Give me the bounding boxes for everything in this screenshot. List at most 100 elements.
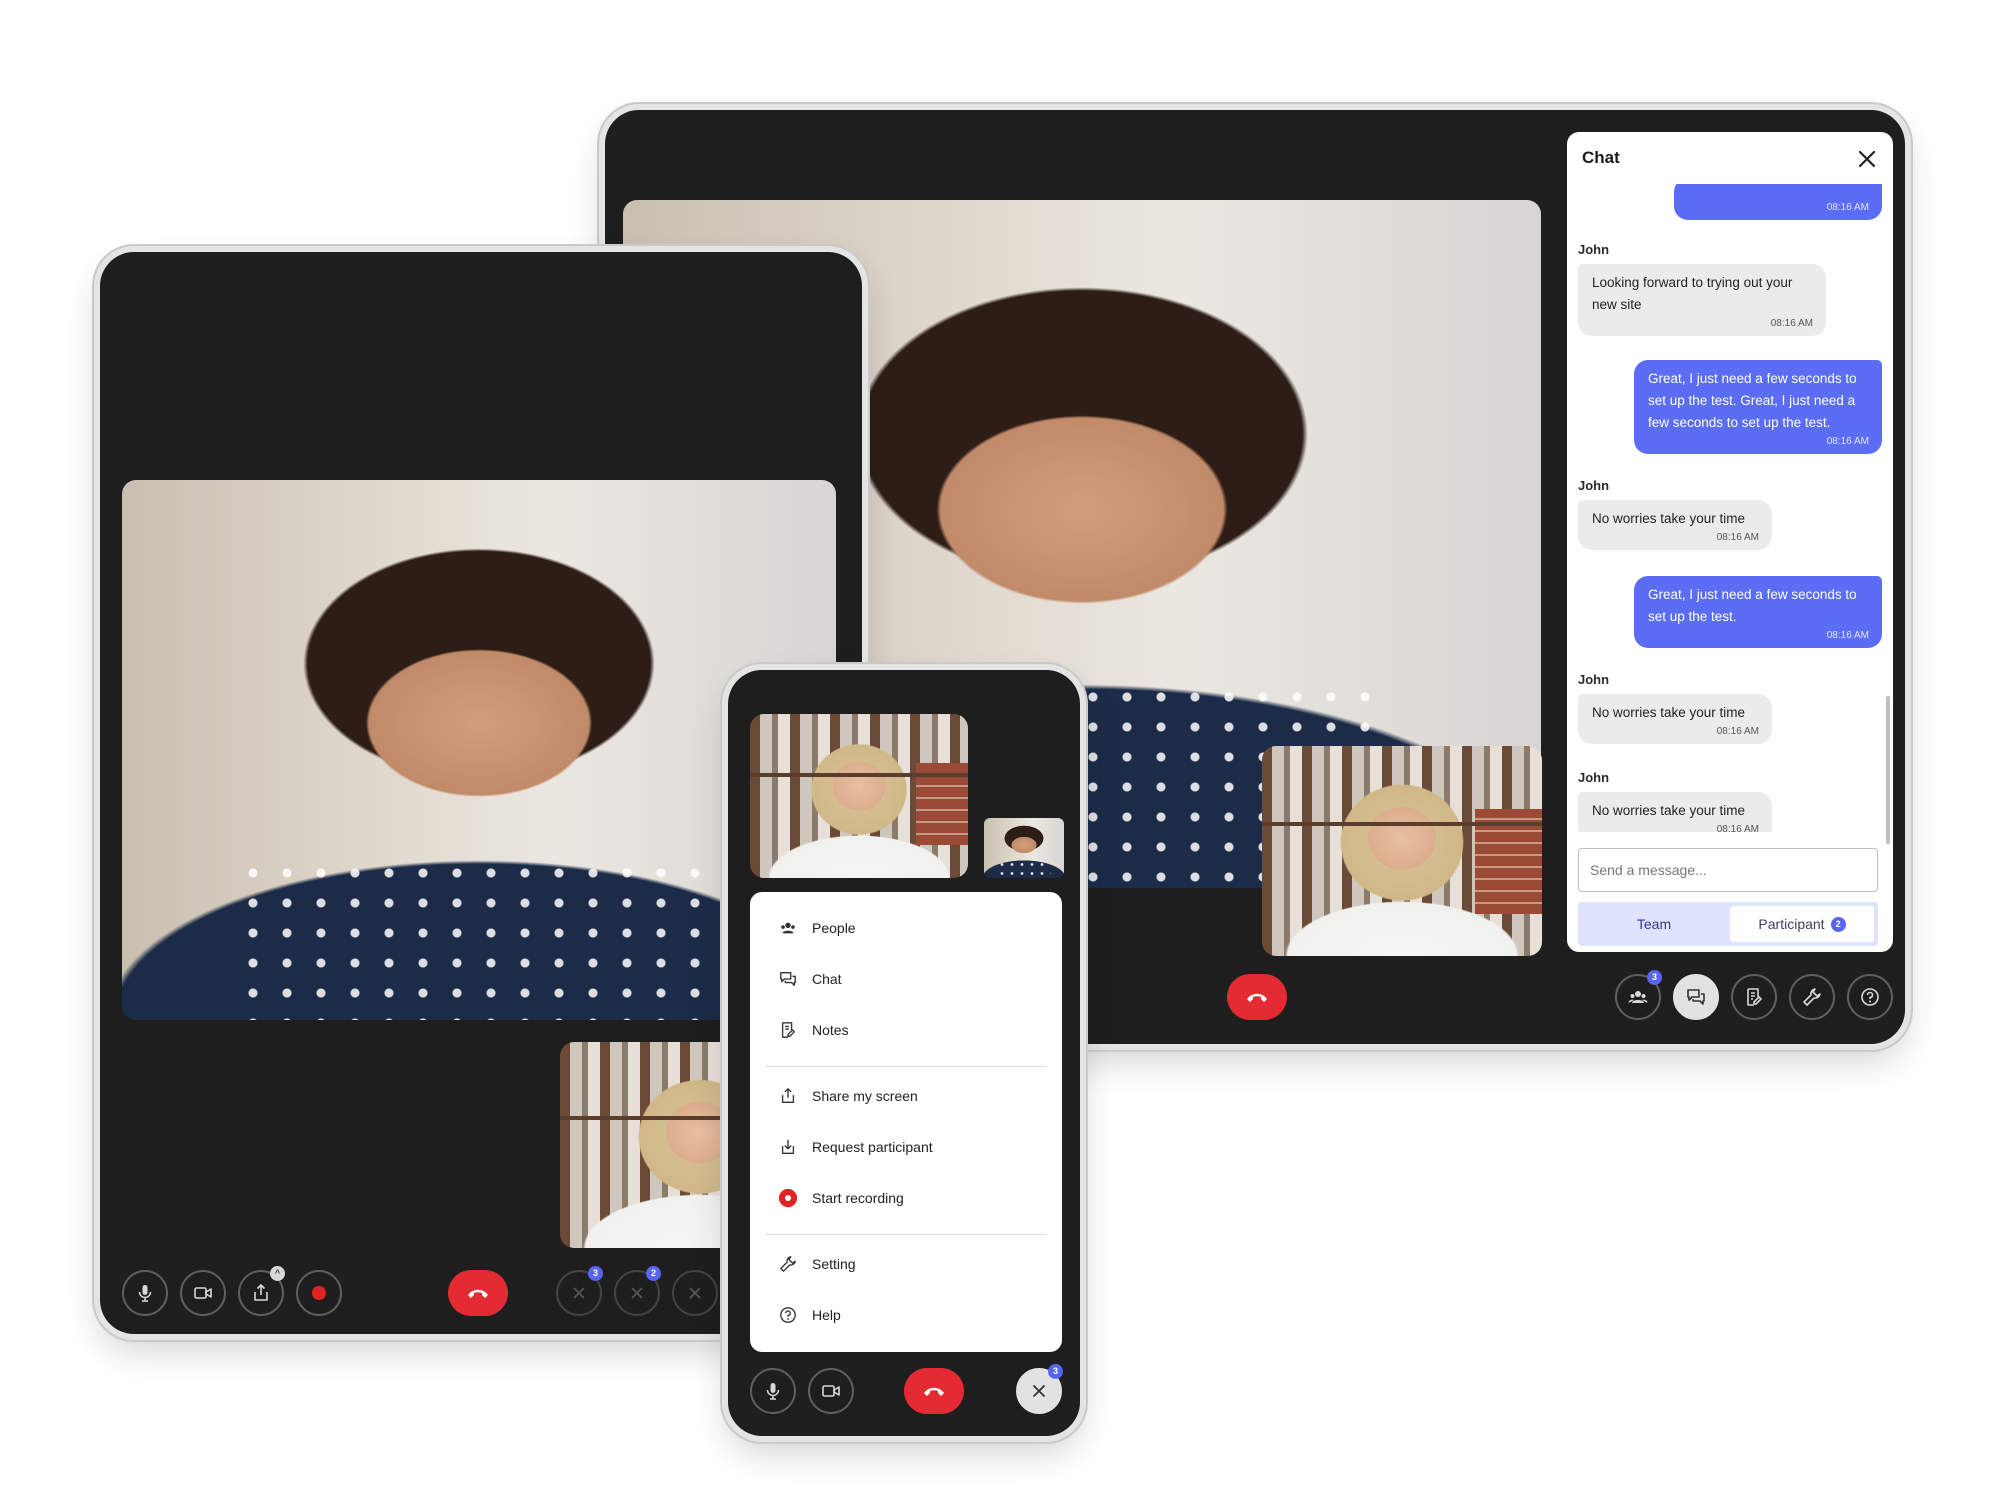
- chat-icon: [1687, 989, 1705, 1005]
- menu-item-label: Help: [812, 1307, 841, 1323]
- team-tab[interactable]: Team: [1582, 906, 1726, 942]
- menu-item-people[interactable]: People: [778, 916, 856, 940]
- chat-button[interactable]: 2: [614, 1266, 661, 1316]
- close-menu-button[interactable]: 3: [1016, 1364, 1063, 1414]
- chat-button[interactable]: [1673, 974, 1719, 1020]
- hang-up-icon: [1247, 993, 1267, 1002]
- wrench-icon: [1803, 988, 1821, 1006]
- microphone-button[interactable]: [750, 1368, 796, 1414]
- close-icon: [689, 1287, 701, 1299]
- people-icon: [1628, 991, 1648, 1003]
- menu-item-label: Setting: [812, 1256, 856, 1272]
- message-time: 08:16 AM: [1716, 726, 1759, 737]
- close-icon[interactable]: [1857, 149, 1877, 169]
- camera-button[interactable]: [808, 1368, 854, 1414]
- chat-count-badge: 2: [646, 1266, 661, 1281]
- menu-item-setting[interactable]: Setting: [778, 1252, 856, 1276]
- share-screen-icon: [781, 1088, 795, 1103]
- menu-item-label: Chat: [812, 971, 842, 987]
- message-sender: John: [1578, 242, 1610, 257]
- help-icon: [780, 1307, 796, 1323]
- chat-title: Chat: [1582, 148, 1620, 167]
- record-icon: [312, 1286, 326, 1300]
- message-list[interactable]: 08:16 AM John Looking forward to trying …: [1567, 184, 1893, 832]
- menu-item-label: People: [812, 920, 856, 936]
- menu-item-start-recording[interactable]: Start recording: [778, 1186, 904, 1210]
- microphone-icon: [766, 1383, 780, 1400]
- request-participant-icon: [781, 1139, 795, 1154]
- microphone-button[interactable]: [122, 1270, 168, 1316]
- message-time: 08:16 AM: [1716, 824, 1759, 832]
- notes-icon: [781, 1022, 795, 1038]
- message-sender: John: [1578, 478, 1610, 493]
- people-icon: [781, 922, 795, 934]
- menu-item-request-participant[interactable]: Request participant: [778, 1135, 933, 1159]
- notes-button[interactable]: [1731, 974, 1777, 1020]
- record-button[interactable]: [296, 1270, 342, 1316]
- menu-divider: [766, 1234, 1046, 1235]
- settings-button[interactable]: [1789, 974, 1835, 1020]
- hang-up-icon: [924, 1387, 944, 1396]
- message-time: 08:16 AM: [1770, 318, 1813, 329]
- chat-scrollbar[interactable]: [1886, 696, 1890, 844]
- notification-badge: 3: [1048, 1364, 1063, 1379]
- menu-item-label: Request participant: [812, 1139, 933, 1155]
- people-count-badge: 3: [1647, 970, 1662, 985]
- main-video-senior: [750, 714, 968, 878]
- end-call-button[interactable]: [1227, 974, 1287, 1020]
- menu-item-share-screen[interactable]: Share my screen: [778, 1084, 918, 1108]
- share-screen-button[interactable]: ^: [238, 1266, 285, 1316]
- menu-divider: [766, 1066, 1046, 1067]
- end-call-button[interactable]: [904, 1368, 964, 1414]
- menu-item-chat[interactable]: Chat: [778, 967, 842, 991]
- record-icon: [779, 1189, 797, 1207]
- hang-up-icon: [468, 1289, 488, 1298]
- message-time: 08:16 AM: [1826, 202, 1869, 213]
- participant-count-badge: 2: [1830, 916, 1846, 932]
- participant-tab[interactable]: Participant 2: [1730, 906, 1874, 942]
- chat-message: Looking forward to trying out your new s…: [1578, 264, 1826, 336]
- share-screen-icon: [254, 1284, 268, 1301]
- menu-item-label: Share my screen: [812, 1088, 918, 1104]
- help-button[interactable]: [1847, 974, 1893, 1020]
- menu-item-label: Start recording: [812, 1190, 904, 1206]
- more-button[interactable]: [672, 1270, 718, 1316]
- message-time: 08:16 AM: [1826, 630, 1869, 641]
- participant-video-senior[interactable]: [1262, 746, 1542, 956]
- chat-message: No worries take your time 08:16 AM: [1578, 694, 1772, 744]
- camera-icon: [822, 1385, 840, 1397]
- message-time: 08:16 AM: [1826, 436, 1869, 447]
- chat-message: Great, I just need a few seconds to set …: [1634, 576, 1882, 648]
- message-sender: John: [1578, 770, 1610, 785]
- camera-icon: [194, 1287, 212, 1299]
- close-icon: [1033, 1385, 1045, 1397]
- message-time: 08:16 AM: [1716, 532, 1759, 543]
- chat-audience-toggle: Team Participant 2: [1578, 902, 1878, 946]
- camera-button[interactable]: [180, 1270, 226, 1316]
- menu-item-help[interactable]: Help: [778, 1303, 841, 1327]
- people-count-badge: 3: [588, 1266, 603, 1281]
- message-sender: John: [1578, 672, 1610, 687]
- mobile-call-window: People Chat Notes Share my screen Reques…: [728, 670, 1080, 1436]
- wrench-icon: [780, 1256, 796, 1272]
- help-icon: [1861, 988, 1879, 1006]
- share-expand-badge: ^: [270, 1266, 285, 1281]
- chat-message: Great, I just need a few seconds to set …: [1634, 360, 1882, 454]
- close-icon: [573, 1287, 585, 1299]
- microphone-icon: [138, 1285, 152, 1302]
- close-icon: [631, 1287, 643, 1299]
- chat-panel: Chat 08:16 AM John Looking forward to tr…: [1567, 132, 1893, 952]
- chat-message: No worries take your time 08:16 AM: [1578, 500, 1772, 550]
- message-input[interactable]: [1578, 848, 1878, 892]
- chat-icon: [780, 972, 796, 986]
- chat-message: No worries take your time 08:16 AM: [1578, 792, 1772, 832]
- notes-icon: [1747, 988, 1762, 1006]
- menu-item-label: Notes: [812, 1022, 849, 1038]
- menu-item-notes[interactable]: Notes: [778, 1018, 849, 1042]
- chat-message: 08:16 AM: [1674, 184, 1882, 220]
- more-options-menu: People Chat Notes Share my screen Reques…: [750, 892, 1062, 1352]
- people-button[interactable]: 3: [556, 1266, 603, 1316]
- end-call-button[interactable]: [448, 1270, 508, 1316]
- self-view-woman[interactable]: [984, 818, 1064, 878]
- people-button[interactable]: 3: [1615, 970, 1662, 1020]
